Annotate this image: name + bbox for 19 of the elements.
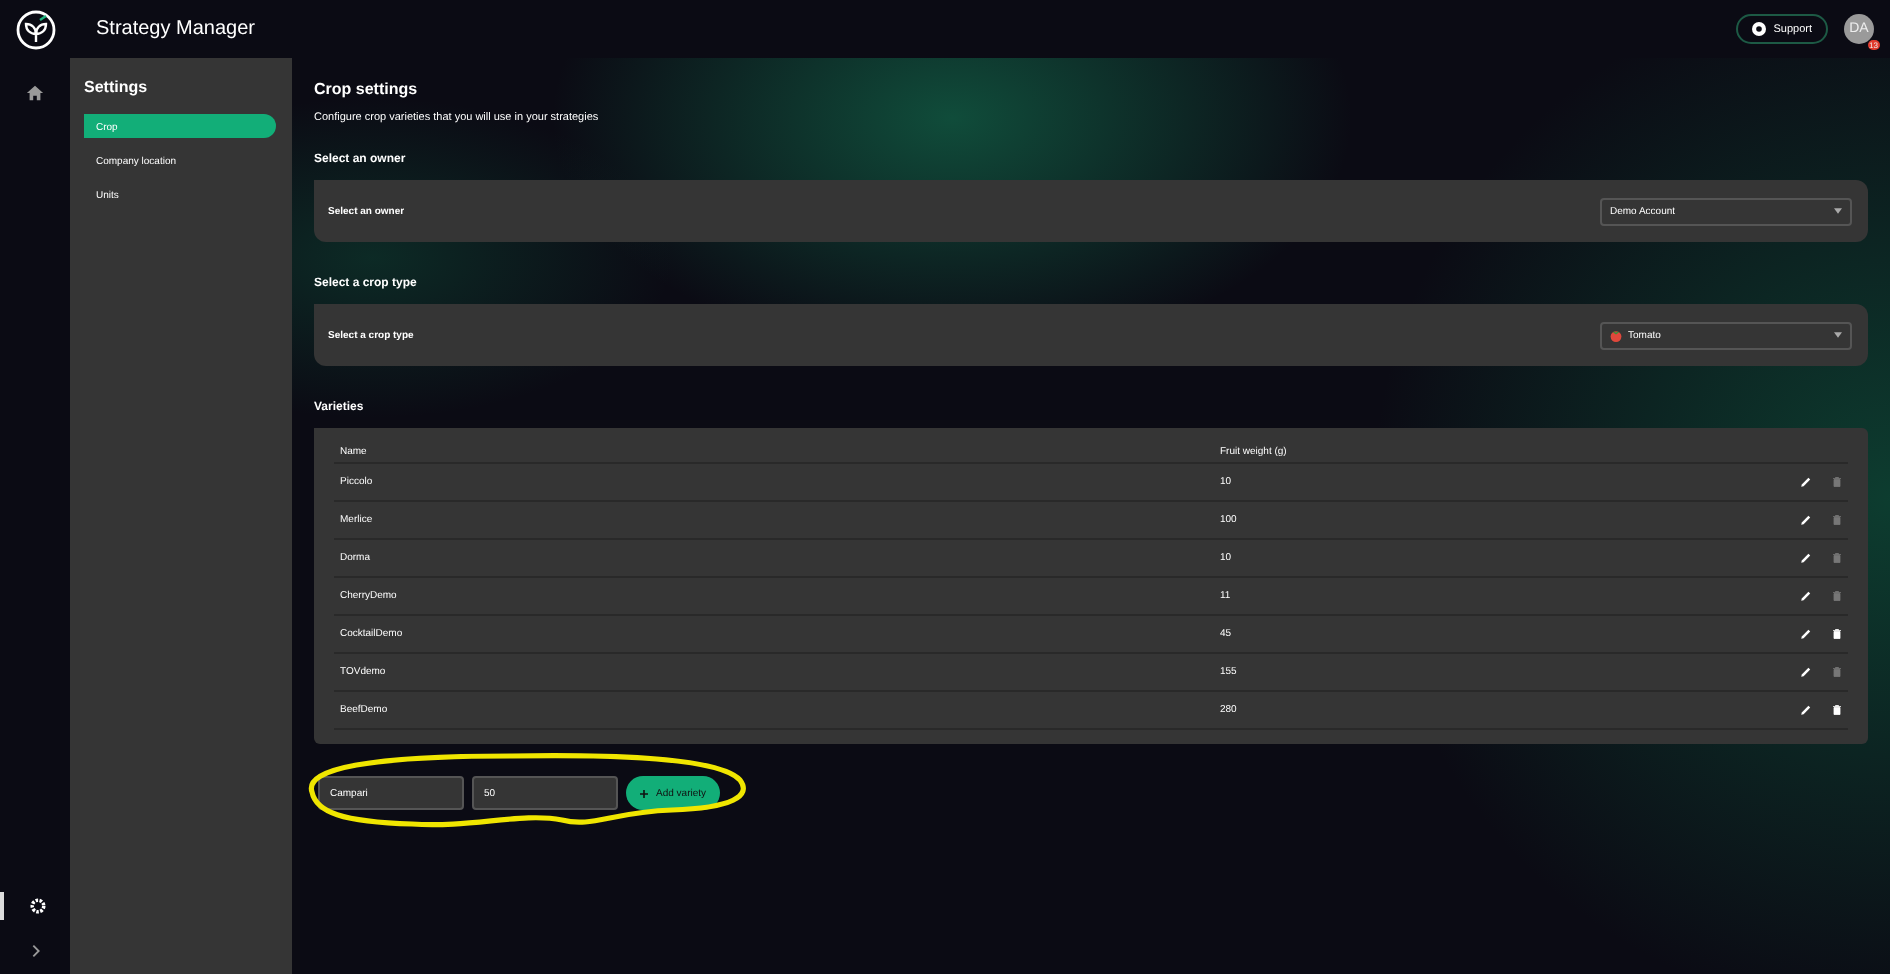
help-icon <box>1751 22 1766 36</box>
settings-icon <box>29 898 45 914</box>
edit-icon[interactable] <box>1800 514 1812 526</box>
edit-icon[interactable] <box>1800 628 1812 640</box>
edit-icon[interactable] <box>1800 704 1812 716</box>
settings-title: Settings <box>84 78 150 96</box>
page-title: Crop settings <box>314 80 420 98</box>
edit-icon[interactable] <box>1800 476 1812 488</box>
plus-icon <box>640 789 648 797</box>
edit-icon[interactable] <box>1800 590 1812 602</box>
edit-icon[interactable] <box>1800 666 1812 678</box>
leaf-logo-icon <box>16 9 56 49</box>
edit-icon[interactable] <box>1800 552 1812 564</box>
tomato-icon <box>1610 329 1622 341</box>
app-title: Strategy Manager <box>96 18 255 40</box>
caret-icon <box>1834 332 1842 338</box>
expand-icon[interactable] <box>31 944 39 958</box>
home-icon <box>26 83 44 101</box>
caret-icon <box>1834 208 1842 214</box>
